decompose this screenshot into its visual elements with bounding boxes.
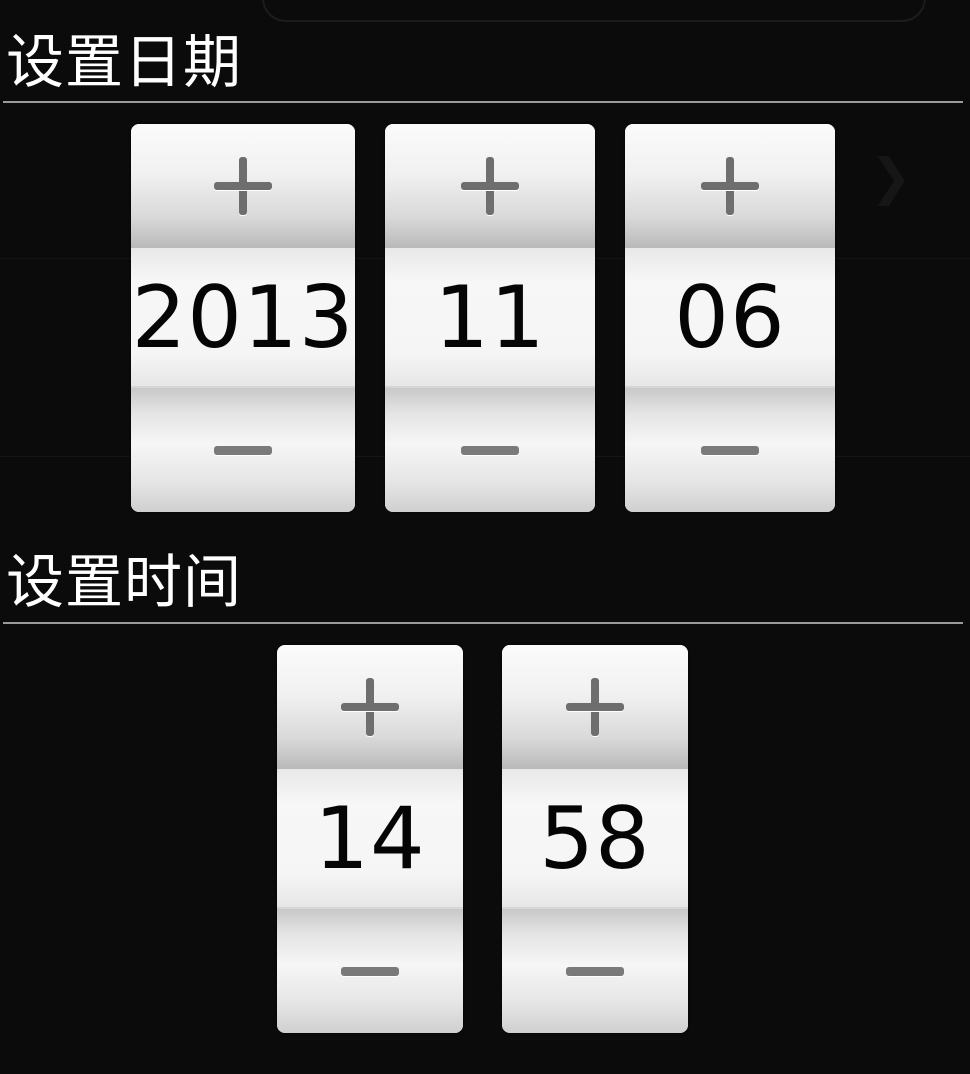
time-section-title: 设置时间 <box>6 548 243 616</box>
date-section-title: 设置日期 <box>6 28 243 96</box>
day-decrement-button[interactable] <box>625 386 835 512</box>
year-picker: 2013 <box>131 124 355 512</box>
minute-picker: 58 <box>502 645 688 1033</box>
plus-icon <box>214 157 272 215</box>
hour-increment-button[interactable] <box>277 645 463 771</box>
plus-icon <box>461 157 519 215</box>
month-decrement-button[interactable] <box>385 386 595 512</box>
plus-icon <box>701 157 759 215</box>
minus-icon <box>214 445 272 455</box>
plus-icon <box>566 678 624 736</box>
year-value[interactable]: 2013 <box>131 248 355 388</box>
minute-value[interactable]: 58 <box>502 769 688 909</box>
day-picker: 06 <box>625 124 835 512</box>
date-section-divider <box>3 101 963 103</box>
plus-icon <box>341 678 399 736</box>
minus-icon <box>341 966 399 976</box>
month-value[interactable]: 11 <box>385 248 595 388</box>
hour-decrement-button[interactable] <box>277 907 463 1033</box>
background-chevron-right-icon: ❯ <box>870 148 912 206</box>
year-decrement-button[interactable] <box>131 386 355 512</box>
time-section-divider <box>3 622 963 624</box>
minute-increment-button[interactable] <box>502 645 688 771</box>
minus-icon <box>566 966 624 976</box>
minus-icon <box>461 445 519 455</box>
month-increment-button[interactable] <box>385 124 595 250</box>
minus-icon <box>701 445 759 455</box>
month-picker: 11 <box>385 124 595 512</box>
hour-value[interactable]: 14 <box>277 769 463 909</box>
minute-decrement-button[interactable] <box>502 907 688 1033</box>
day-increment-button[interactable] <box>625 124 835 250</box>
background-search-bar <box>262 0 926 22</box>
hour-picker: 14 <box>277 645 463 1033</box>
year-increment-button[interactable] <box>131 124 355 250</box>
day-value[interactable]: 06 <box>625 248 835 388</box>
